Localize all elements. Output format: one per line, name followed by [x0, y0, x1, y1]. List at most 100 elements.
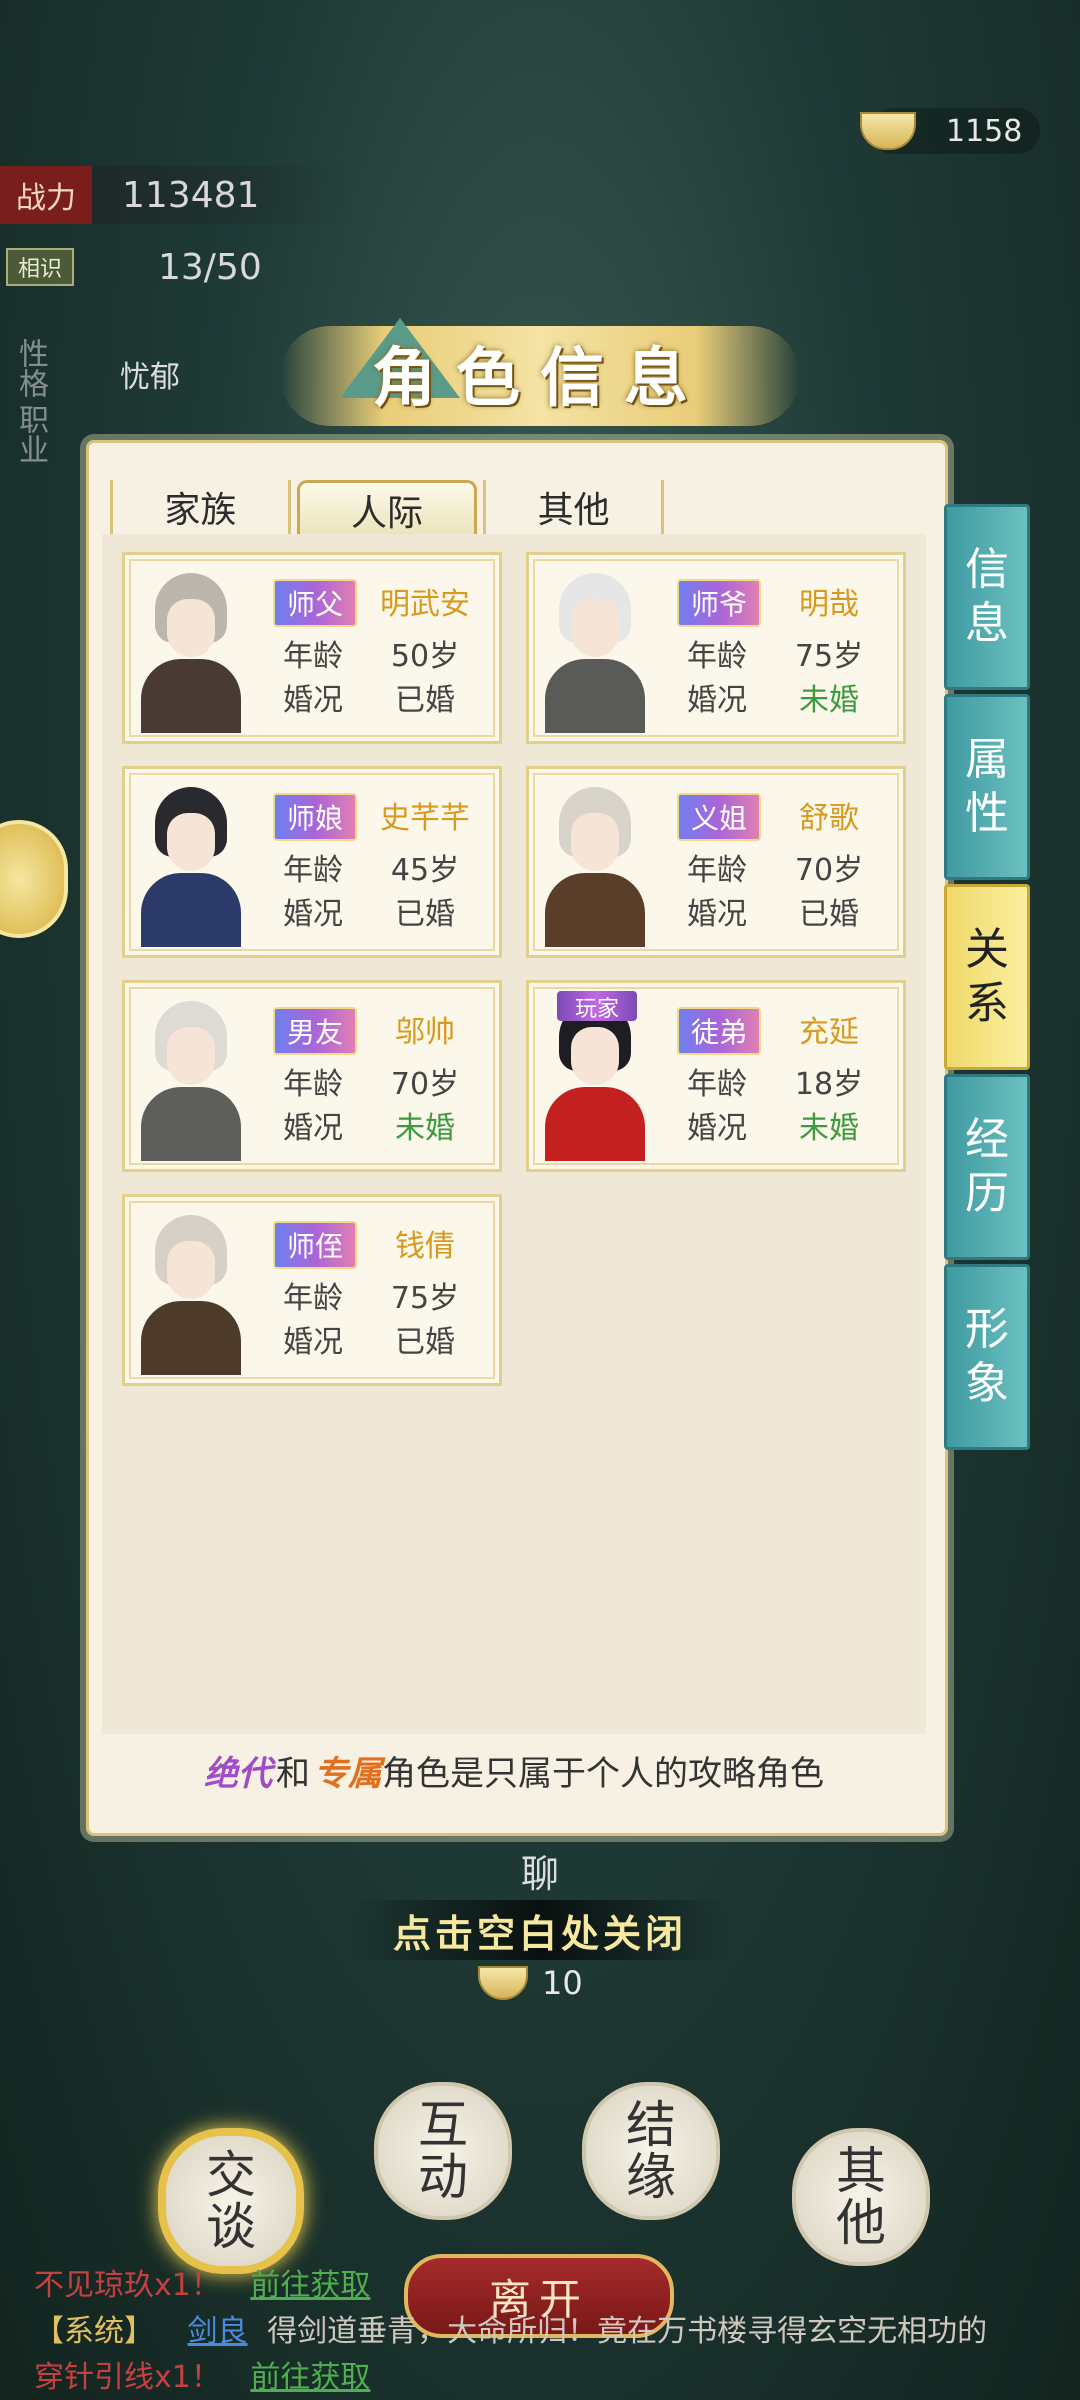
relation-card[interactable]: 男友 邬帅 年龄 70岁 婚况 未婚 — [122, 980, 502, 1172]
marital-label: 婚况 — [283, 897, 343, 932]
relation-card[interactable]: 师侄 钱倩 年龄 75岁 婚况 已婚 — [122, 1194, 502, 1386]
other-action-button[interactable]: 其他 — [792, 2128, 930, 2266]
role-badge: 师娘 — [273, 793, 357, 841]
tab-family[interactable]: 家族 — [110, 480, 291, 534]
role-badge: 义姐 — [677, 793, 761, 841]
tab-other[interactable]: 其他 — [483, 480, 665, 534]
age-label: 年龄 — [283, 853, 343, 888]
marital-value: 未婚 — [799, 1111, 859, 1146]
player-tag: 玩家 — [557, 991, 637, 1022]
side-tab-relations[interactable]: 关系 — [944, 884, 1030, 1070]
character-name: 邬帅 — [395, 1015, 455, 1050]
character-name: 明哉 — [799, 587, 859, 622]
bond-button[interactable]: 结缘 — [582, 2082, 720, 2220]
marital-label: 婚况 — [687, 683, 747, 718]
age-value: 45岁 — [390, 853, 460, 888]
side-tab-label: 经历 — [965, 1114, 1009, 1219]
marital-label: 婚况 — [687, 1111, 747, 1146]
marital-value: 已婚 — [395, 897, 455, 932]
tab-relations[interactable]: 人际 — [296, 480, 478, 537]
age-value: 70岁 — [390, 1067, 460, 1102]
page-title: 角色信息 — [372, 341, 708, 416]
log-get-link[interactable]: 前往获取 — [250, 2268, 370, 2303]
age-value: 18岁 — [794, 1067, 864, 1102]
other-action-label: 其他 — [836, 2142, 886, 2252]
log-item: 不见琼玖x1！ — [34, 2268, 221, 2303]
relation-card[interactable]: 义姐 舒歌 年龄 70岁 婚况 已婚 — [526, 766, 906, 958]
character-name: 舒歌 — [799, 801, 859, 836]
personality-label: 性格 — [13, 338, 48, 398]
log-player-link[interactable]: 剑良 — [188, 2314, 248, 2349]
footer-highlight-exclusive: 专属 — [314, 1753, 382, 1794]
side-tab-label: 属性 — [965, 734, 1009, 839]
side-tab-experience[interactable]: 经历 — [944, 1074, 1030, 1260]
age-label: 年龄 — [687, 639, 747, 674]
power-label: 战力 — [0, 166, 92, 224]
role-badge: 男友 — [273, 1007, 357, 1055]
footer-highlight-unique: 绝代 — [204, 1753, 272, 1794]
age-label: 年龄 — [283, 1067, 343, 1102]
character-name: 史芊芊 — [380, 801, 470, 836]
marital-label: 婚况 — [283, 1111, 343, 1146]
relation-card[interactable]: 师娘 史芊芊 年龄 45岁 婚况 已婚 — [122, 766, 502, 958]
talk-button[interactable]: 交谈 — [158, 2128, 304, 2274]
log-text: 得剑道垂青，大命所归！竟在万书楼寻得玄空无相功的 — [267, 2314, 988, 2349]
chat-bubble-icon[interactable] — [0, 820, 68, 938]
portrait-image — [133, 563, 249, 733]
portrait-image — [133, 991, 249, 1161]
footer-text: 角色是只属于个人的攻略角色 — [382, 1753, 824, 1794]
marital-value: 已婚 — [395, 1325, 455, 1360]
portrait-image — [537, 777, 653, 947]
bond-label: 结缘 — [626, 2096, 676, 2206]
currency-display: 1158 — [860, 108, 1040, 154]
age-value: 75岁 — [390, 1281, 460, 1316]
close-hint[interactable]: 点击空白处关闭 — [350, 1900, 730, 1960]
portrait-image: 玩家 — [537, 991, 653, 1161]
acquaint-label: 相识 — [6, 248, 74, 286]
marital-value: 已婚 — [799, 897, 859, 932]
cost-display: 10 — [478, 1960, 608, 2006]
relation-card[interactable]: 玩家 徒弟 充延 年龄 18岁 婚况 未婚 — [526, 980, 906, 1172]
side-tab-attributes[interactable]: 属性 — [944, 694, 1030, 880]
role-badge: 师爷 — [677, 579, 761, 627]
age-value: 70岁 — [794, 853, 864, 888]
character-name: 钱倩 — [395, 1229, 455, 1264]
talk-label: 交谈 — [206, 2146, 256, 2256]
marital-value: 已婚 — [395, 683, 455, 718]
chat-button[interactable]: 聊 — [500, 1830, 580, 1910]
side-tab-label: 信息 — [965, 544, 1009, 649]
log-line-2: 【系统】 剑良 得剑道垂青，大命所归！竟在万书楼寻得玄空无相功的 — [34, 2306, 1074, 2350]
age-value: 75岁 — [794, 639, 864, 674]
interact-label: 互动 — [418, 2096, 468, 2206]
role-badge: 师父 — [273, 579, 357, 627]
log-get-link[interactable]: 前往获取 — [250, 2360, 370, 2395]
side-tab-label: 关系 — [965, 924, 1009, 1029]
side-tab-label: 形象 — [965, 1304, 1009, 1409]
age-label: 年龄 — [283, 639, 343, 674]
portrait-image — [133, 777, 249, 947]
character-name: 充延 — [799, 1015, 859, 1050]
bowl-icon — [860, 112, 916, 150]
relation-card[interactable]: 师父 明武安 年龄 50岁 婚况 已婚 — [122, 552, 502, 744]
marital-label: 婚况 — [283, 683, 343, 718]
age-label: 年龄 — [687, 1067, 747, 1102]
marital-value: 未婚 — [799, 683, 859, 718]
side-tab-info[interactable]: 信息 — [944, 504, 1030, 690]
side-tab-appearance[interactable]: 形象 — [944, 1264, 1030, 1450]
job-label: 职业 — [13, 404, 48, 464]
age-label: 年龄 — [687, 853, 747, 888]
currency-amount: 1158 — [946, 113, 1023, 149]
age-label: 年龄 — [283, 1281, 343, 1316]
cost-amount: 10 — [542, 1964, 583, 2002]
footer-and: 和 — [276, 1753, 310, 1794]
character-name: 明武安 — [380, 587, 470, 622]
interact-button[interactable]: 互动 — [374, 2082, 512, 2220]
footer-note: 绝代 和 专属 角色是只属于个人的攻略角色 — [102, 1744, 926, 1796]
role-badge: 徒弟 — [677, 1007, 761, 1055]
role-badge: 师侄 — [273, 1221, 357, 1269]
relation-card[interactable]: 师爷 明哉 年龄 75岁 婚况 未婚 — [526, 552, 906, 744]
acquaint-value: 13/50 — [158, 246, 262, 288]
portrait-image — [537, 563, 653, 733]
log-item: 穿针引线x1！ — [34, 2360, 221, 2395]
title-banner: 角色信息 — [320, 308, 760, 438]
